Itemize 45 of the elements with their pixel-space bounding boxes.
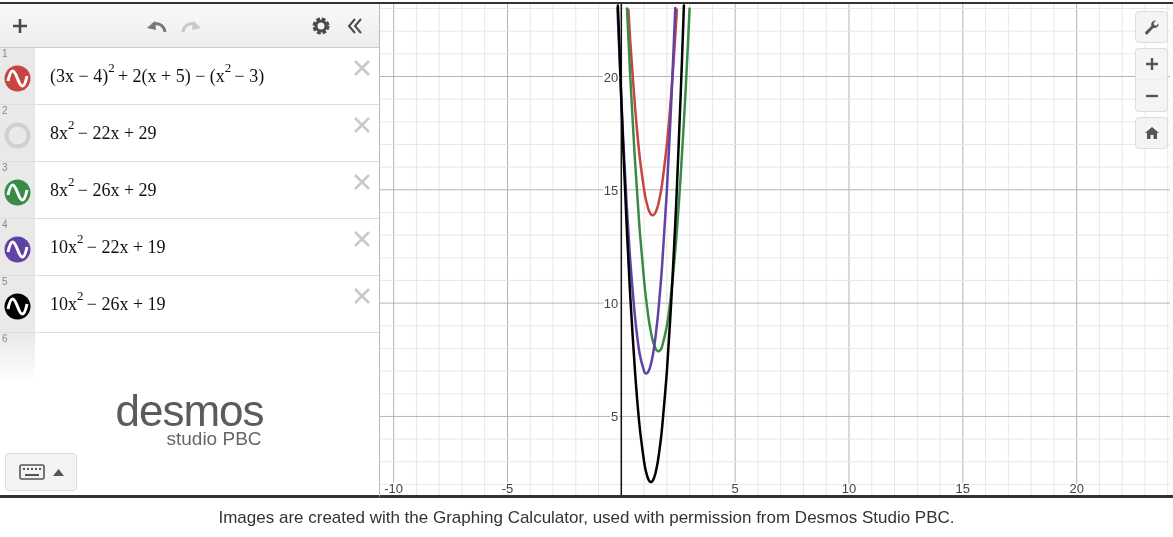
- graph[interactable]: -10 -5 5 10 15 20 5 10 15 20: [380, 4, 1170, 495]
- tick-label: 15: [603, 182, 619, 198]
- close-icon: [352, 57, 372, 78]
- zoom-in-button[interactable]: [1135, 48, 1168, 80]
- line-number: 3: [2, 163, 8, 173]
- tick-label: 15: [955, 481, 971, 495]
- double-chevron-icon: [346, 16, 364, 35]
- close-icon: [352, 114, 372, 135]
- zoom-out-button[interactable]: [1135, 80, 1168, 112]
- wrench-icon: [1143, 19, 1160, 35]
- tick-label: 10: [603, 296, 619, 312]
- math-expression[interactable]: 10x$^{2}$ − 26x + 19: [35, 276, 166, 332]
- close-icon: [352, 285, 372, 306]
- line-number: 2: [2, 106, 8, 116]
- plus-icon: [11, 16, 29, 35]
- math-expression[interactable]: 10x$^{2}$ − 22x + 19: [35, 219, 166, 275]
- settings-button[interactable]: [1135, 11, 1168, 43]
- wave-icon[interactable]: [4, 292, 31, 320]
- close-icon: [352, 228, 372, 249]
- line-number: 1: [2, 49, 8, 59]
- tick-label: 10: [841, 481, 857, 495]
- logo-subtitle: studio PBC: [166, 429, 262, 449]
- caption: Images are created with the Graphing Calculator, used with permission from Desmos Studio PBC.: [218, 507, 955, 529]
- tick-label: 20: [1069, 481, 1084, 495]
- math-expression[interactable]: 8x$^{2}$ − 22x + 29: [35, 105, 157, 161]
- line-number: 5: [2, 277, 8, 287]
- line-number: 4: [2, 220, 8, 230]
- tick-label: -10: [384, 481, 404, 495]
- logo-text: desmos: [115, 393, 264, 429]
- tick-label: -5: [501, 481, 514, 495]
- line-number: 6: [2, 334, 8, 344]
- keyboard-button[interactable]: [5, 453, 77, 491]
- tick-label: 5: [611, 409, 619, 425]
- gear-icon: [312, 16, 330, 35]
- tick-label: 5: [731, 481, 739, 495]
- home-icon: [1143, 126, 1160, 140]
- home-button[interactable]: [1135, 117, 1168, 149]
- caret-icon: [52, 468, 64, 476]
- wave-icon[interactable]: [4, 235, 31, 263]
- keyboard-icon: [18, 464, 45, 480]
- plus-icon: [1144, 57, 1159, 71]
- tick-label: 20: [603, 69, 619, 85]
- math-expression[interactable]: (3x − 4)$^{2}$ + 2(x + 5) − (x$^{2}$ − 3): [35, 48, 265, 104]
- math-expression[interactable]: 8x$^{2}$ − 26x + 29: [35, 162, 157, 218]
- close-icon: [352, 171, 372, 192]
